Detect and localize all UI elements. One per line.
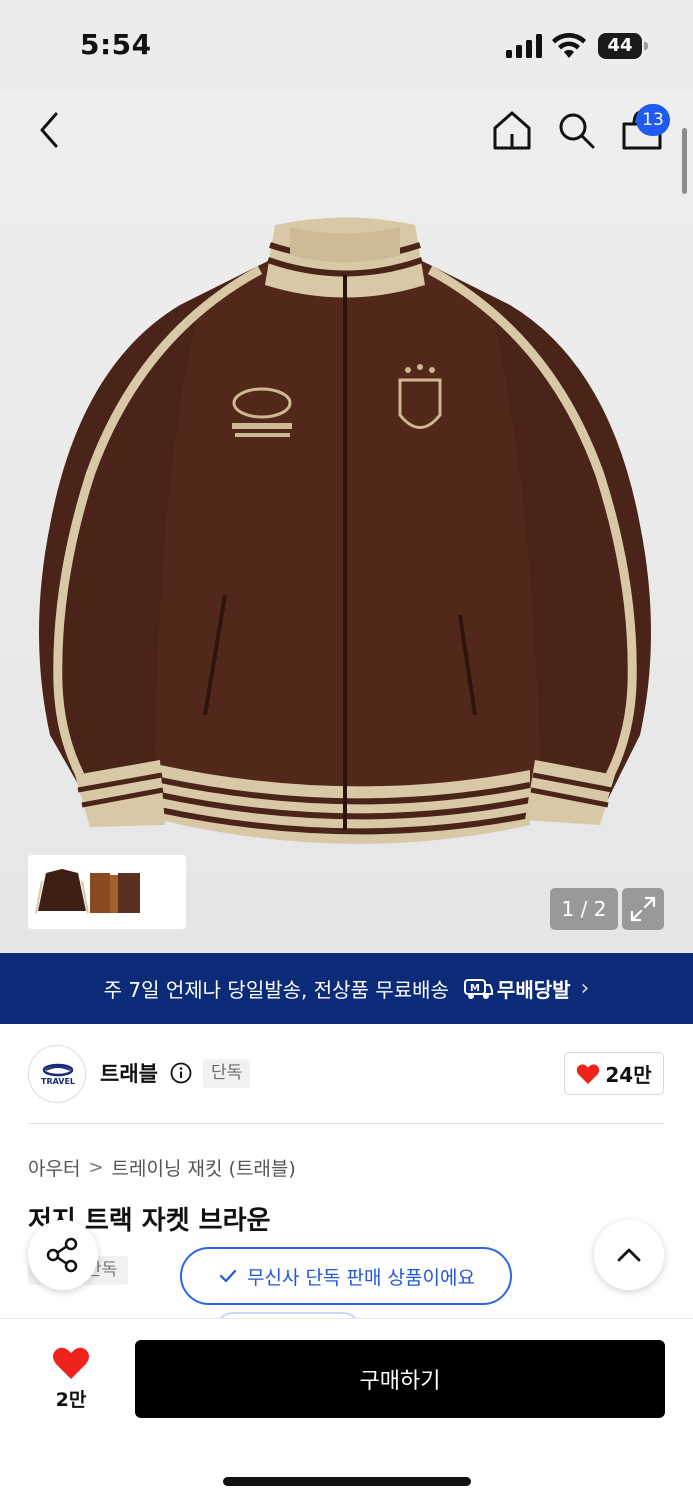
wishlist-heart-icon[interactable] — [52, 1346, 90, 1380]
status-bar: 5:54 44 — [0, 0, 693, 92]
product-image[interactable] — [20, 215, 670, 845]
chevron-right-icon: › — [580, 976, 590, 1001]
heart-icon — [577, 1063, 600, 1084]
breadcrumb-item-outer[interactable]: 아우터 — [28, 1154, 80, 1181]
breadcrumb-separator: > — [88, 1157, 104, 1178]
search-icon[interactable] — [556, 110, 596, 150]
brand-name[interactable]: 트래블 — [100, 1058, 158, 1088]
banner-logo-text: 무배당발 — [496, 978, 571, 1002]
check-icon — [219, 1269, 237, 1283]
image-pager: 1 / 2 — [550, 888, 618, 930]
expand-icon[interactable] — [622, 888, 664, 930]
buy-button[interactable]: 구매하기 — [135, 1340, 665, 1418]
delivery-truck-icon: M — [463, 978, 493, 999]
brand-like-count: 24만 — [605, 1063, 652, 1087]
cellular-signal-icon — [506, 34, 542, 58]
brand-logo-text: TRAVEL — [41, 1077, 75, 1086]
back-arrow-icon[interactable] — [30, 108, 70, 152]
brand-logo-mark: TRAVEL — [41, 1063, 75, 1086]
scroll-to-top-button[interactable] — [594, 1220, 664, 1290]
cart-count-badge[interactable]: 13 — [636, 104, 670, 136]
exclusive-badge: 단독 — [203, 1059, 251, 1088]
battery-tip — [644, 42, 648, 50]
home-indicator[interactable] — [223, 1477, 471, 1486]
svg-text:M: M — [470, 983, 480, 994]
brand-like-button[interactable]: 24만 — [564, 1052, 664, 1095]
share-button[interactable] — [28, 1220, 98, 1290]
shipping-promo-banner[interactable]: 주 7일 언제나 당일발송, 전상품 무료배송 M 무배당발 › — [0, 953, 693, 1024]
banner-text: 주 7일 언제나 당일발송, 전상품 무료배송 — [103, 978, 449, 1002]
status-time: 5:54 — [80, 28, 152, 61]
toast-text: 무신사 단독 판매 상품이에요 — [247, 1266, 475, 1289]
battery-icon: 44 — [598, 33, 648, 59]
battery-level: 44 — [598, 33, 642, 59]
breadcrumb: 아우터 > 트레이닝 재킷 (트래블) — [28, 1154, 296, 1181]
info-icon[interactable] — [170, 1062, 192, 1084]
wishlist-count: 2만 — [55, 1389, 87, 1411]
free-shipping-logo: M 무배당발 — [463, 974, 571, 1003]
wifi-icon — [552, 33, 586, 58]
thumbnail-strip[interactable] — [28, 855, 186, 929]
home-icon[interactable] — [490, 108, 534, 152]
brand-logo[interactable]: TRAVEL — [28, 1045, 86, 1103]
thumbnail-image[interactable] — [32, 861, 172, 923]
section-divider — [28, 1123, 665, 1124]
scroll-indicator — [682, 128, 687, 194]
exclusive-toast: 무신사 단독 판매 상품이에요 — [180, 1247, 512, 1305]
breadcrumb-item-training-jacket[interactable]: 트레이닝 재킷 (트래블) — [112, 1154, 296, 1181]
